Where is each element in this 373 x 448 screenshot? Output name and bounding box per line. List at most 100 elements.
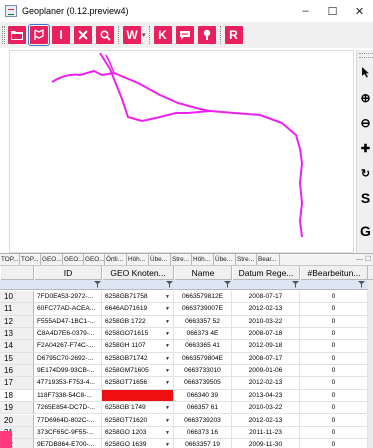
cell-id[interactable]: 7FD0E453-2972-... [34,291,102,304]
cell-geo-knoten[interactable]: 6258GB 1722 ▼ [102,315,174,329]
cell-bearbeitung[interactable]: 0 [300,365,368,378]
chevron-down-icon[interactable]: ▼ [165,328,170,339]
minimize-button[interactable]: – [292,0,319,22]
tab-strecke-1[interactable]: Stre... [171,254,192,265]
filter-funnel-icon[interactable] [224,281,231,288]
cell-datum[interactable]: 2008-07-18 [232,328,300,341]
table-row[interactable]: 229E7DB864-E700-...6258GO 1639▼0663357 1… [0,439,373,448]
column-header-datum[interactable]: Datum Rege... [232,266,300,280]
chevron-down-icon[interactable]: ▾ [142,31,146,39]
column-header-id[interactable]: ID [34,266,102,280]
chevron-down-icon[interactable]: ▼ [165,365,170,376]
table-row[interactable]: 21373CF65C-9F55-...6258GO 1203▼066373 16… [0,426,373,440]
chevron-down-icon[interactable]: ▼ [165,316,170,327]
tab-hoehe-1[interactable]: Höh... [127,254,149,265]
cell-id[interactable]: 118F7338-54C8-... [34,389,102,403]
chevron-down-icon[interactable]: ▼ [165,439,170,448]
cell-geo-knoten[interactable]: 6258GB 1749 ▼ [102,402,174,415]
cell-name[interactable]: 066373 4E [174,328,232,341]
cell-bearbeitung[interactable]: 0 [300,377,368,390]
cell-bearbeitung[interactable]: 0 [300,389,368,403]
cell-name[interactable]: 0663739203 [174,414,232,427]
cell-datum[interactable]: 2011-11-23 [232,426,300,440]
zoom-in-icon[interactable]: ⊕ [357,88,373,108]
text-cursor-icon[interactable]: I [52,26,70,44]
tab-top-1[interactable]: TOP... [0,254,20,265]
cell-name[interactable]: 0663365 41 [174,340,232,353]
cell-geo-knoten[interactable]: 6258GB71742 ▼ [102,352,174,366]
g-tool-icon[interactable]: G [357,221,373,241]
cell-bearbeitung[interactable]: 0 [300,414,368,427]
chevron-down-icon[interactable]: ▼ [165,340,170,351]
chevron-down-icon[interactable]: ▼ [165,427,170,438]
cross-icon[interactable] [74,26,92,44]
pointer-icon[interactable] [357,62,373,82]
cell-datum[interactable]: 2013-04-23 [232,389,300,403]
cell-bearbeitung[interactable]: 0 [300,352,368,366]
side-toolbar-grip[interactable] [359,53,373,58]
cell-datum[interactable]: 2008-07-17 [232,352,300,366]
cell-id[interactable]: 60FC77AD-ACEA... [34,303,102,316]
route-icon[interactable]: R [224,26,243,44]
cell-datum[interactable]: 2012-02-13 [232,303,300,316]
cell-name[interactable]: 0663579804E [174,352,232,366]
cell-name[interactable]: 0663357 19 [174,439,232,448]
table-row[interactable]: 11 60FC77AD-ACEA... 6646AD71619 ▼ 0663739007… [0,303,373,316]
chevron-down-icon[interactable]: ▼ [165,402,170,413]
table-row[interactable]: 17 47719353-F753-4... 6258GT71656 ▼ 06637395… [0,377,373,390]
tab-strecke-2[interactable]: Stre... [236,254,257,265]
cell-id[interactable]: 47719353-F753-4... [34,377,102,390]
cell-name[interactable]: 0663739505 [174,377,232,390]
pan-icon[interactable]: ✚ [357,138,373,158]
cell-name[interactable]: 066340 39 [174,389,232,403]
cell-datum[interactable]: 2009-11-30 [232,439,300,448]
column-header-name[interactable]: Name [174,266,232,280]
tab-geo-2[interactable]: GEO... [63,254,84,265]
web-icon[interactable]: W [123,26,141,44]
toolbar-grip[interactable] [2,26,5,44]
cell-geo-knoten[interactable]: 6258GO 1203 ▼ [102,426,174,440]
filter-funnel-icon[interactable] [292,281,299,288]
table-row[interactable]: 16 9E174D99-93CB-... 6258GM71605 ▼ 066373301… [0,365,373,378]
cell-datum[interactable]: 2009-01-06 [232,365,300,378]
cell-geo-knoten[interactable]: 6258GT71620 ▼ [102,414,174,427]
cell-id[interactable]: C8A4D7E6-0379-... [34,328,102,341]
cell-id[interactable]: 9E174D99-93CB-... [34,365,102,378]
cell-geo-knoten[interactable] [102,389,174,403]
column-header-geo-knoten[interactable]: GEO Knoten... [102,266,174,280]
tab-geo-3[interactable]: GEO... [84,254,105,265]
table-row[interactable]: 10 7FD0E453-2972-... 6258GB71758 ▼ 066357981… [0,291,373,304]
cell-datum[interactable]: 2008-07-17 [232,291,300,304]
table-row[interactable]: 12 F555AD47-1BC1-... 6258GB 1722 ▼ 0663357 5… [0,315,373,329]
cell-name[interactable]: 0663739007E [174,303,232,316]
cell-bearbeitung[interactable]: 0 [300,340,368,353]
kml-icon[interactable]: K [153,26,172,44]
cell-name[interactable]: 0663733010 [174,365,232,378]
cell-datum[interactable]: 2012-02-13 [232,414,300,427]
cell-id[interactable]: D6795C70-2692-... [34,352,102,366]
filter-funnel-icon[interactable] [358,281,365,288]
tab-ueber-2[interactable]: Übe... [214,254,236,265]
cell-name[interactable]: 066373 16 [174,426,232,440]
cell-bearbeitung[interactable]: 0 [300,303,368,316]
table-row[interactable]: 13 C8A4D7E6-0379-... 6258GO71615 ▼ 066373 4E… [0,328,373,341]
table-row[interactable]: 20 77D6964D-802C-... 6258GT71620 ▼ 066373920… [0,414,373,427]
float-icon[interactable]: ☐ [365,254,371,265]
cell-geo-knoten[interactable]: 6258GM71605 ▼ [102,365,174,378]
map-canvas[interactable] [9,50,354,253]
chevron-down-icon[interactable]: ▼ [165,303,170,314]
cell-bearbeitung[interactable]: 0 [300,291,368,304]
cell-id[interactable]: 7265E854-DC7D-... [34,402,102,415]
cell-datum[interactable]: 2010-03-22 [232,315,300,329]
chevron-down-icon[interactable]: ▼ [165,353,170,364]
cell-geo-knoten[interactable]: 6258GT71656 ▼ [102,377,174,390]
table-row[interactable]: 18 118F7338-54C8-... 066340 39 2013-04-23 0 [0,389,373,403]
waypoint-flag-icon[interactable] [28,24,50,46]
table-row[interactable]: 15 D6795C70-2692-... 6258GB71742 ▼ 066357980… [0,352,373,366]
cell-bearbeitung[interactable]: 0 [300,315,368,329]
cell-name[interactable]: 066357 61 [174,402,232,415]
tab-geo-1[interactable]: GEO... [41,254,63,265]
filter-funnel-icon[interactable] [166,281,173,288]
close-button[interactable]: ✕ [346,0,373,22]
chevron-down-icon[interactable]: ▼ [165,291,170,302]
